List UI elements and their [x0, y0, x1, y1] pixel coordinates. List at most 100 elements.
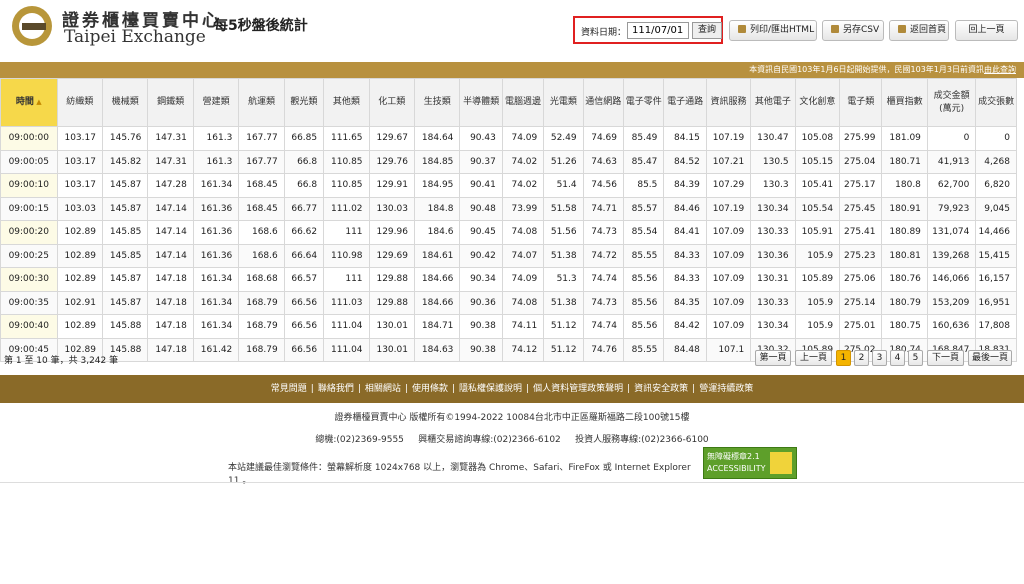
- page-divider: [0, 482, 1024, 483]
- index-table: 時間 ▲ 紡織類 機械類 鋼鐵類 營建類 航運類 觀光類 其他類 化工類 生技類 半導體類 電腦週邊光…: [0, 78, 1017, 362]
- footer-link[interactable]: 聯絡我們: [318, 384, 354, 394]
- footer-link[interactable]: 使用條款: [412, 384, 448, 394]
- next-page-button[interactable]: 下一頁: [927, 350, 964, 366]
- value-cell: 105.15: [794, 149, 841, 174]
- date-input[interactable]: [627, 22, 689, 39]
- value-cell: 147.18: [147, 314, 194, 339]
- value-cell: 74.09: [501, 126, 545, 151]
- value-cell: 90.43: [459, 126, 503, 151]
- column-header: 資訊服務: [705, 78, 752, 127]
- value-cell: 161.36: [192, 196, 240, 221]
- column-header: 櫃買指數: [881, 78, 928, 127]
- footer-link[interactable]: 常見問題: [271, 384, 307, 394]
- time-cell: 09:00:35: [0, 290, 58, 315]
- value-cell: 275.41: [839, 220, 883, 245]
- value-cell: 102.89: [56, 314, 103, 339]
- footer-link[interactable]: 個人資料管理政策聲明: [533, 384, 623, 394]
- value-cell: 66.62: [283, 220, 325, 245]
- value-cell: 130.34: [750, 314, 796, 339]
- home-icon: [898, 25, 906, 33]
- column-header: 生技類: [413, 78, 461, 127]
- value-cell: 184.66: [413, 290, 461, 315]
- taipei-exchange-logo[interactable]: [12, 6, 52, 46]
- value-cell: 74.07: [501, 243, 545, 268]
- value-cell: 111: [323, 267, 370, 292]
- accessibility-badge[interactable]: 無障礙標章2.1 ACCESSIBILITY: [703, 447, 797, 479]
- page-1-button[interactable]: 1: [836, 350, 851, 366]
- time-cell: 09:00:20: [0, 220, 58, 245]
- value-cell: 41,913: [926, 149, 977, 174]
- value-cell: 85.56: [622, 267, 665, 292]
- value-cell: 102.89: [56, 243, 103, 268]
- page-4-button[interactable]: 4: [890, 350, 905, 366]
- print-export-html-button[interactable]: 列印/匯出HTML: [729, 20, 817, 41]
- value-cell: 66.56: [283, 290, 325, 315]
- value-cell: 74.08: [501, 290, 545, 315]
- home-button[interactable]: 返回首頁: [889, 20, 949, 41]
- value-cell: 180.79: [881, 290, 928, 315]
- value-cell: 15,415: [975, 243, 1017, 268]
- query-button[interactable]: 查詢: [692, 22, 722, 39]
- first-page-button[interactable]: 第一頁: [755, 350, 791, 366]
- value-cell: 85.55: [622, 337, 665, 362]
- value-cell: 130.03: [368, 196, 415, 221]
- footer-link[interactable]: 資訊安全政策: [634, 384, 688, 394]
- brand-english-name: Taipei Exchange: [64, 27, 206, 47]
- value-cell: 90.48: [459, 196, 503, 221]
- page-5-button[interactable]: 5: [908, 350, 923, 366]
- value-cell: 146,066: [926, 267, 977, 292]
- value-cell: 105.89: [794, 267, 841, 292]
- time-cell: 09:00:15: [0, 196, 58, 221]
- value-cell: 90.34: [459, 267, 503, 292]
- value-cell: 110.85: [323, 149, 370, 174]
- value-cell: 111.04: [323, 337, 370, 362]
- value-cell: 107.09: [705, 267, 752, 292]
- value-cell: 84.33: [663, 243, 707, 268]
- column-header: 成交金額(萬元): [926, 78, 977, 127]
- value-cell: 180.81: [881, 243, 928, 268]
- value-cell: 129.76: [368, 149, 415, 174]
- value-cell: 74.02: [501, 149, 545, 174]
- value-cell: 145.87: [101, 173, 149, 198]
- back-button[interactable]: 回上一頁: [955, 20, 1018, 41]
- value-cell: 84.39: [663, 173, 707, 198]
- save-csv-button[interactable]: 另存CSV: [822, 20, 884, 41]
- footer-link[interactable]: 相關網站: [365, 384, 401, 394]
- last-page-button[interactable]: 最後一頁: [968, 350, 1012, 366]
- value-cell: 161.42: [192, 337, 240, 362]
- value-cell: 74.74: [582, 267, 625, 292]
- page-3-button[interactable]: 3: [872, 350, 887, 366]
- page-2-button[interactable]: 2: [854, 350, 869, 366]
- value-cell: 105.9: [794, 314, 841, 339]
- value-cell: 129.67: [368, 126, 415, 151]
- value-cell: 167.77: [238, 149, 285, 174]
- footer-separator: |: [310, 384, 314, 394]
- value-cell: 16,157: [975, 267, 1017, 292]
- value-cell: 74.09: [501, 267, 545, 292]
- value-cell: 66.77: [283, 196, 325, 221]
- value-cell: 66.56: [283, 314, 325, 339]
- column-header: 文化創意: [794, 78, 841, 127]
- value-cell: 184.66: [413, 267, 461, 292]
- value-cell: 105.54: [794, 196, 841, 221]
- value-cell: 129.88: [368, 267, 415, 292]
- value-cell: 275.01: [839, 314, 883, 339]
- value-cell: 145.87: [101, 196, 149, 221]
- value-cell: 161.3: [192, 126, 240, 151]
- time-column-header[interactable]: 時間 ▲: [0, 78, 58, 127]
- value-cell: 153,209: [926, 290, 977, 315]
- info-bar: 本資訊自民國103年1月6日起開始提供，民國103年1月3日前資訊由此查詢: [0, 62, 1024, 78]
- column-header: 電子零件: [622, 78, 665, 127]
- footer-link[interactable]: 營運持續政策: [699, 384, 753, 394]
- value-cell: 62,700: [926, 173, 977, 198]
- prev-page-button[interactable]: 上一頁: [795, 350, 832, 366]
- history-query-link[interactable]: 由此查詢: [984, 65, 1016, 74]
- table-row: 09:00:20 102.89 145.85 147.14 161.36 168.6 66.…: [0, 220, 1017, 245]
- column-header: 其他電子: [750, 78, 796, 127]
- column-header: 半導體類: [459, 78, 503, 127]
- footer-link[interactable]: 隱私權保護說明: [459, 384, 522, 394]
- footer-separator: |: [526, 384, 530, 394]
- value-cell: 111.65: [323, 126, 370, 151]
- value-cell: 105.9: [794, 290, 841, 315]
- table-row: 09:00:15 103.03 145.87 147.14 161.36 168.45 66…: [0, 196, 1017, 221]
